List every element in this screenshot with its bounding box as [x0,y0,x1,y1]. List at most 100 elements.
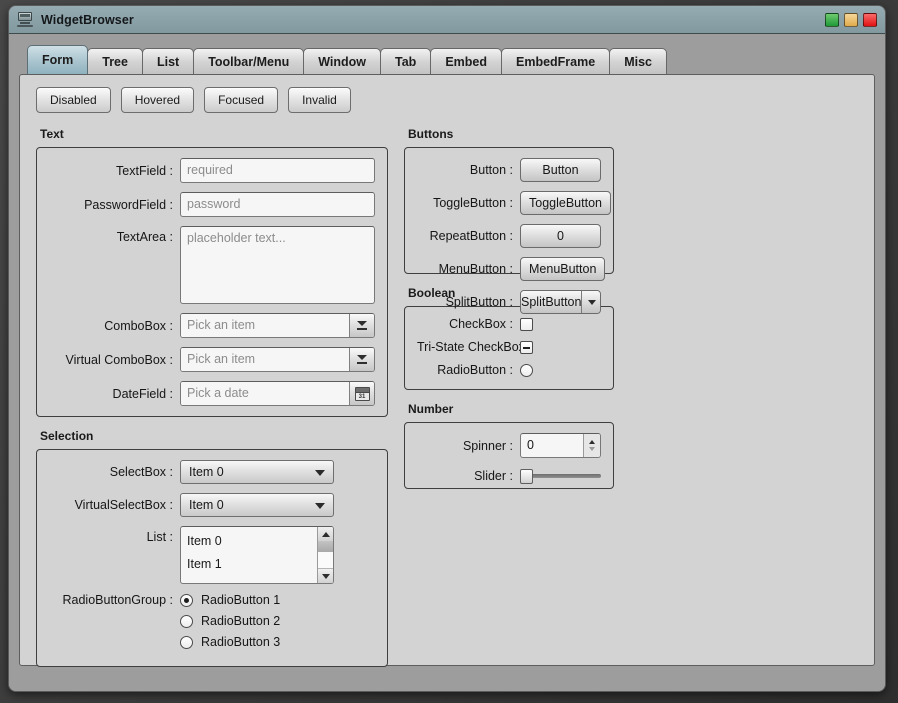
label-tristate-checkbox: Tri-State CheckBox : [417,340,532,354]
radio-button-1-label: RadioButton 1 [201,593,281,607]
chevron-down-icon [588,299,597,305]
listbox[interactable]: Item 0 Item 1 [180,526,334,584]
triangle-down-icon [321,573,330,579]
row-button: Button : Button [417,158,601,182]
button[interactable]: Button [520,158,601,182]
scrollbar-thumb[interactable] [318,541,333,552]
split-button-main[interactable]: SplitButton [521,291,582,313]
virtual-combobox-input[interactable]: Pick an item [181,348,349,371]
repeat-button[interactable]: 0 [520,224,601,248]
tab-embed[interactable]: Embed [430,48,502,74]
toggle-button[interactable]: ToggleButton [520,191,611,215]
stepper-up-icon[interactable] [589,440,595,444]
label-radiobutton: RadioButton : [437,363,513,377]
title-bar[interactable]: WidgetBrowser [9,6,885,34]
group-text: TextField : required PasswordField : pas… [36,147,388,417]
row-radiobutton: RadioButton : [417,363,601,377]
datefield[interactable]: Pick a date 31 [180,381,375,406]
virtual-combobox-dropdown-button[interactable] [349,348,374,371]
tab-tree[interactable]: Tree [87,48,143,74]
label-checkbox: CheckBox : [449,317,513,331]
row-list: List : Item 0 Item 1 [49,526,375,584]
tab-embedframe[interactable]: EmbedFrame [501,48,611,74]
radio-button[interactable] [520,363,533,377]
row-textfield: TextField : required [49,158,375,183]
label-slider: Slider : [474,469,513,483]
textarea-input[interactable]: placeholder text... [180,226,375,304]
scrollbar-track[interactable] [318,541,333,568]
tristate-checkbox[interactable] [520,340,533,354]
tab-misc[interactable]: Misc [609,48,667,74]
window-controls [825,13,877,27]
stepper-down-icon[interactable] [589,447,595,451]
combobox[interactable]: Pick an item [180,313,375,338]
virtualselectbox-value: Item 0 [189,498,224,512]
label-list: List : [146,530,173,544]
state-button-disabled[interactable]: Disabled [36,87,111,113]
group-number: Spinner : 0 Slider : [404,422,614,489]
group-title-buttons: Buttons [408,127,454,141]
label-virtualselectbox: VirtualSelectBox : [74,498,173,512]
maximize-button[interactable] [844,13,858,27]
textfield-input[interactable]: required [180,158,375,183]
row-togglebutton: ToggleButton : ToggleButton [417,191,611,215]
tab-window[interactable]: Window [303,48,382,74]
label-repeatbutton: RepeatButton : [429,229,513,243]
listbox-scrollbar[interactable] [317,527,333,583]
tab-list[interactable]: List [141,48,195,74]
row-passwordfield: PasswordField : password [49,192,375,217]
combobox-input[interactable]: Pick an item [181,314,349,337]
passwordfield-input[interactable]: password [180,192,375,217]
combobox-dropdown-button[interactable] [349,314,374,337]
slider[interactable] [520,467,601,485]
slider-track[interactable] [524,474,601,478]
close-button[interactable] [863,13,877,27]
datefield-calendar-button[interactable]: 31 [349,382,374,405]
virtualselectbox[interactable]: Item 0 [180,493,334,517]
row-spinner: Spinner : 0 [417,433,601,458]
state-button-hovered[interactable]: Hovered [120,87,195,113]
group-title-number: Number [408,402,454,416]
group-buttons: Button : Button ToggleButton : ToggleBut… [404,147,614,314]
label-textarea: TextArea : [116,230,173,244]
tab-toolbar-menu[interactable]: Toolbar/Menu [193,48,305,74]
menu-button[interactable]: MenuButton [520,257,606,281]
chevron-down-icon [315,503,325,509]
tab-bar: Form Tree List Toolbar/Menu Window Tab E… [19,44,875,74]
slider-thumb[interactable] [520,469,533,484]
radio-button-2[interactable] [180,614,193,628]
row-repeatbutton: RepeatButton : 0 [417,224,601,248]
spinner-stepper[interactable] [583,434,600,457]
row-menubutton: MenuButton : MenuButton [417,257,606,281]
checkbox[interactable] [520,317,533,331]
radio-button-3[interactable] [180,635,193,649]
list-item[interactable]: Item 1 [187,553,317,576]
label-virtual-combobox: Virtual ComboBox : [65,352,173,367]
spinner-value[interactable]: 0 [521,434,583,457]
label-passwordfield: PasswordField : [84,197,173,212]
state-button-focused[interactable]: Focused [204,87,279,113]
selectbox[interactable]: Item 0 [180,460,334,484]
virtual-combobox[interactable]: Pick an item [180,347,375,372]
spinner[interactable]: 0 [520,433,601,458]
left-column: Text TextField : required PasswordField … [36,127,388,679]
tab-tab[interactable]: Tab [380,48,432,74]
split-button-arrow[interactable] [581,291,600,313]
list-item[interactable]: Item 0 [187,530,317,553]
tab-form[interactable]: Form [27,45,89,74]
radio-button-3-label: RadioButton 3 [201,635,281,649]
state-button-invalid[interactable]: Invalid [288,87,351,113]
split-button[interactable]: SplitButton [520,290,601,314]
form-tab-pane: Disabled Hovered Focused Invalid Text Te… [19,74,875,667]
row-selectbox: SelectBox : Item 0 [49,460,375,484]
dropdown-bar-icon [356,354,368,365]
row-radiobutton-3: RadioButton 3 [49,635,375,649]
group-selection: SelectBox : Item 0 VirtualSelectBox : It… [36,449,388,667]
minimize-button[interactable] [825,13,839,27]
radio-button-1[interactable] [180,593,193,607]
datefield-input[interactable]: Pick a date [181,382,349,405]
label-radiobuttongroup: RadioButtonGroup : [62,593,174,607]
label-button: Button : [469,163,513,177]
scroll-down-button[interactable] [318,568,333,583]
scroll-up-button[interactable] [318,527,333,541]
